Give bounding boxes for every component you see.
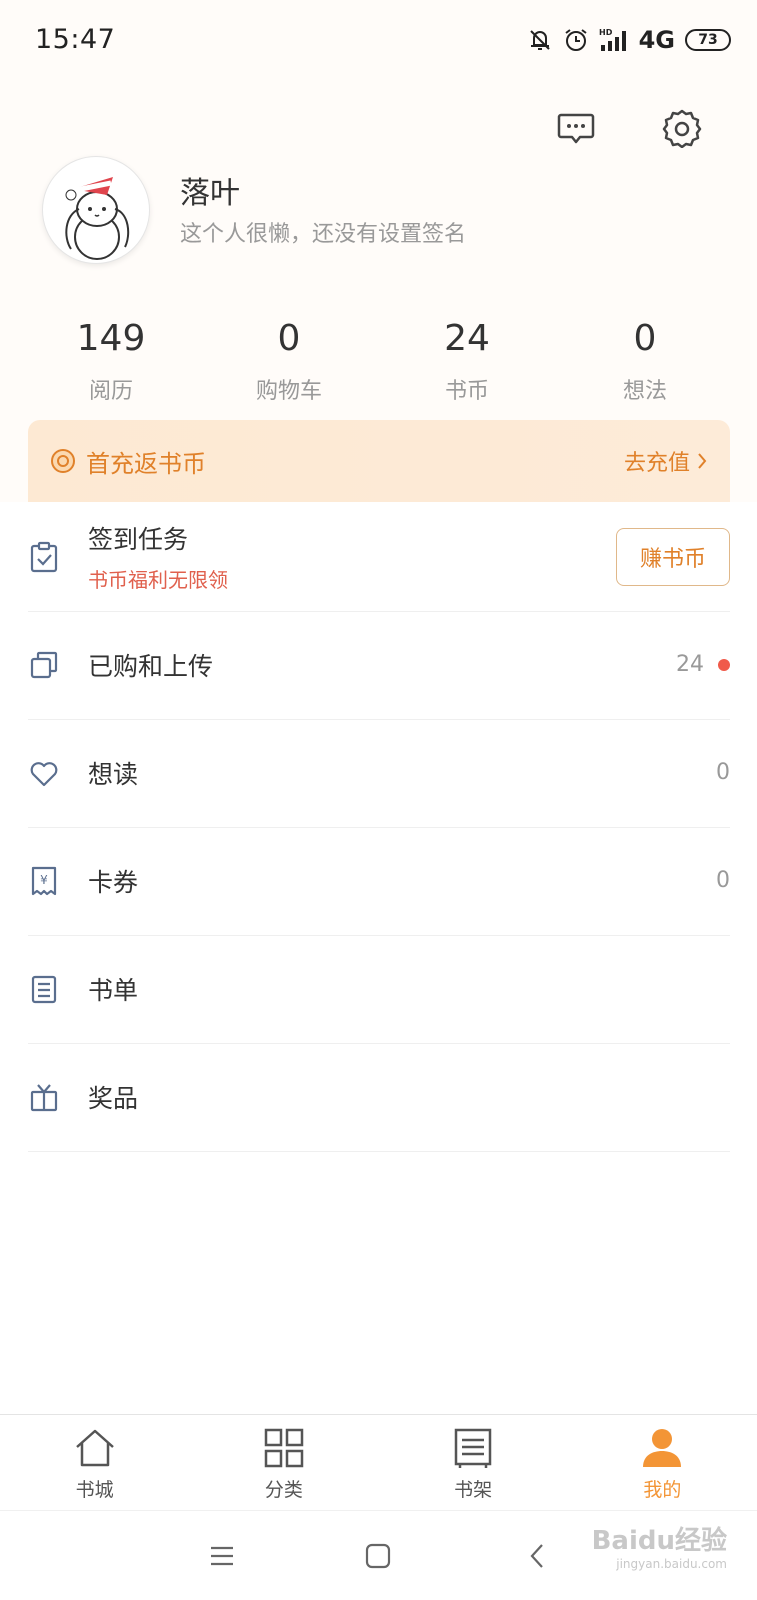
banner-text: 首充返书币 — [86, 449, 206, 478]
stat-value: 24 — [444, 318, 490, 359]
network-type: 4G — [638, 26, 675, 54]
svg-text:¥: ¥ — [40, 873, 48, 887]
tab-label: 书城 — [75, 1479, 114, 1501]
watermark-text: Baidu经验 — [591, 1526, 727, 1556]
alarm-icon — [564, 29, 587, 51]
menu-right: 0 — [716, 868, 730, 893]
stat-value: 149 — [76, 318, 146, 359]
battery-level: 73 — [698, 32, 718, 48]
stat-value: 0 — [277, 318, 301, 359]
bottom-tab-bar: 书城 分类 书架 我的 — [0, 1414, 757, 1510]
grid-icon — [264, 1428, 304, 1468]
signal-icon: HD — [599, 28, 626, 51]
clipboard-check-icon — [30, 541, 58, 572]
status-icons: HD 4G 73 — [527, 24, 731, 56]
menu-item-booklist[interactable]: 书单 — [28, 934, 730, 1044]
stat-thoughts[interactable]: 0 想法 — [556, 315, 734, 405]
recharge-banner[interactable]: 首充返书币 去充值 — [28, 420, 730, 502]
gift-icon — [30, 1083, 58, 1111]
heart-icon — [30, 761, 58, 786]
menu-texts: 想读 — [88, 755, 138, 791]
back-icon[interactable] — [521, 1539, 555, 1573]
coin-icon — [51, 449, 75, 473]
menu-title: 书单 — [88, 975, 139, 1005]
menu-title: 已购和上传 — [88, 651, 214, 681]
stat-cart[interactable]: 0 购物车 — [200, 315, 378, 405]
watermark-sub: jingyan.baidu.com — [616, 1557, 727, 1571]
copy-icon — [30, 651, 58, 678]
recharge-link-label: 去充值 — [623, 451, 690, 476]
chevron-right-icon — [698, 453, 707, 469]
menu-title: 奖品 — [88, 1083, 139, 1113]
menu-icon[interactable] — [205, 1539, 239, 1573]
status-time: 15:47 — [35, 24, 116, 55]
menu-right: 0 — [716, 760, 730, 785]
tab-label: 书架 — [454, 1479, 493, 1501]
stat-value: 0 — [633, 318, 657, 359]
gear-icon[interactable] — [662, 108, 702, 148]
stat-label: 书币 — [444, 379, 489, 404]
stat-coins[interactable]: 24 书币 — [378, 315, 556, 405]
tab-categories[interactable]: 分类 — [189, 1415, 378, 1510]
banner-left: 首充返书币 — [50, 444, 206, 479]
menu-card: 签到任务 书币福利无限领 赚书币 已购和上传 24 想读 0 ¥ 卡券 0 书单… — [0, 502, 757, 1160]
menu-count: 0 — [716, 760, 730, 785]
menu-texts: 卡券 — [88, 863, 138, 899]
home-square-icon[interactable] — [361, 1539, 395, 1573]
recharge-link[interactable]: 去充值 — [624, 445, 708, 477]
coupon-icon: ¥ — [31, 866, 57, 895]
menu-count: 0 — [716, 868, 730, 893]
tab-me[interactable]: 我的 — [568, 1415, 757, 1510]
menu-subtitle: 书币福利无限领 — [88, 568, 228, 592]
message-icon[interactable] — [556, 108, 596, 148]
menu-right: 赚书币 — [616, 527, 730, 586]
stat-reading-history[interactable]: 149 阅历 — [22, 315, 200, 405]
menu-item-coupons[interactable]: ¥ 卡券 0 — [28, 826, 730, 936]
home-icon — [75, 1429, 114, 1467]
tab-bookshelf[interactable]: 书架 — [379, 1415, 568, 1510]
avatar[interactable] — [42, 156, 150, 264]
stat-label: 购物车 — [255, 379, 322, 404]
signature[interactable]: 这个人很懒，还没有设置签名 — [180, 216, 466, 248]
earn-coins-button[interactable]: 赚书币 — [616, 527, 730, 586]
menu-title: 卡券 — [88, 867, 139, 897]
bookshelf-icon — [454, 1428, 492, 1468]
mute-bell-icon — [529, 30, 550, 50]
menu-item-wishlist[interactable]: 想读 0 — [28, 718, 730, 828]
menu-item-purchased[interactable]: 已购和上传 24 — [28, 610, 730, 720]
stat-label: 阅历 — [88, 379, 133, 404]
menu-title: 想读 — [88, 759, 139, 789]
svg-text:HD: HD — [599, 28, 613, 37]
tab-label: 我的 — [643, 1479, 682, 1501]
notification-dot — [718, 658, 730, 671]
menu-texts: 奖品 — [88, 1079, 138, 1115]
tab-label: 分类 — [264, 1479, 303, 1501]
username[interactable]: 落叶 — [180, 168, 240, 212]
list-icon — [31, 975, 57, 1003]
battery-indicator: 73 — [685, 29, 731, 51]
menu-right: 24 — [676, 652, 730, 677]
menu-texts: 已购和上传 — [88, 647, 213, 683]
menu-item-prizes[interactable]: 奖品 — [28, 1042, 730, 1152]
stats-row: 149 阅历 0 购物车 24 书币 0 想法 — [22, 315, 734, 405]
watermark: Baidu经验 jingyan.baidu.com — [592, 1520, 727, 1571]
stat-label: 想法 — [622, 379, 667, 404]
user-icon — [643, 1429, 682, 1467]
menu-item-checkin[interactable]: 签到任务 书币福利无限领 赚书币 — [28, 502, 730, 612]
menu-count: 24 — [676, 652, 704, 677]
tab-bookstore[interactable]: 书城 — [0, 1415, 189, 1510]
menu-texts: 签到任务 书币福利无限领 — [88, 520, 228, 593]
menu-title: 签到任务 — [88, 525, 189, 554]
bunny-avatar-icon — [65, 177, 130, 260]
menu-texts: 书单 — [88, 971, 138, 1007]
